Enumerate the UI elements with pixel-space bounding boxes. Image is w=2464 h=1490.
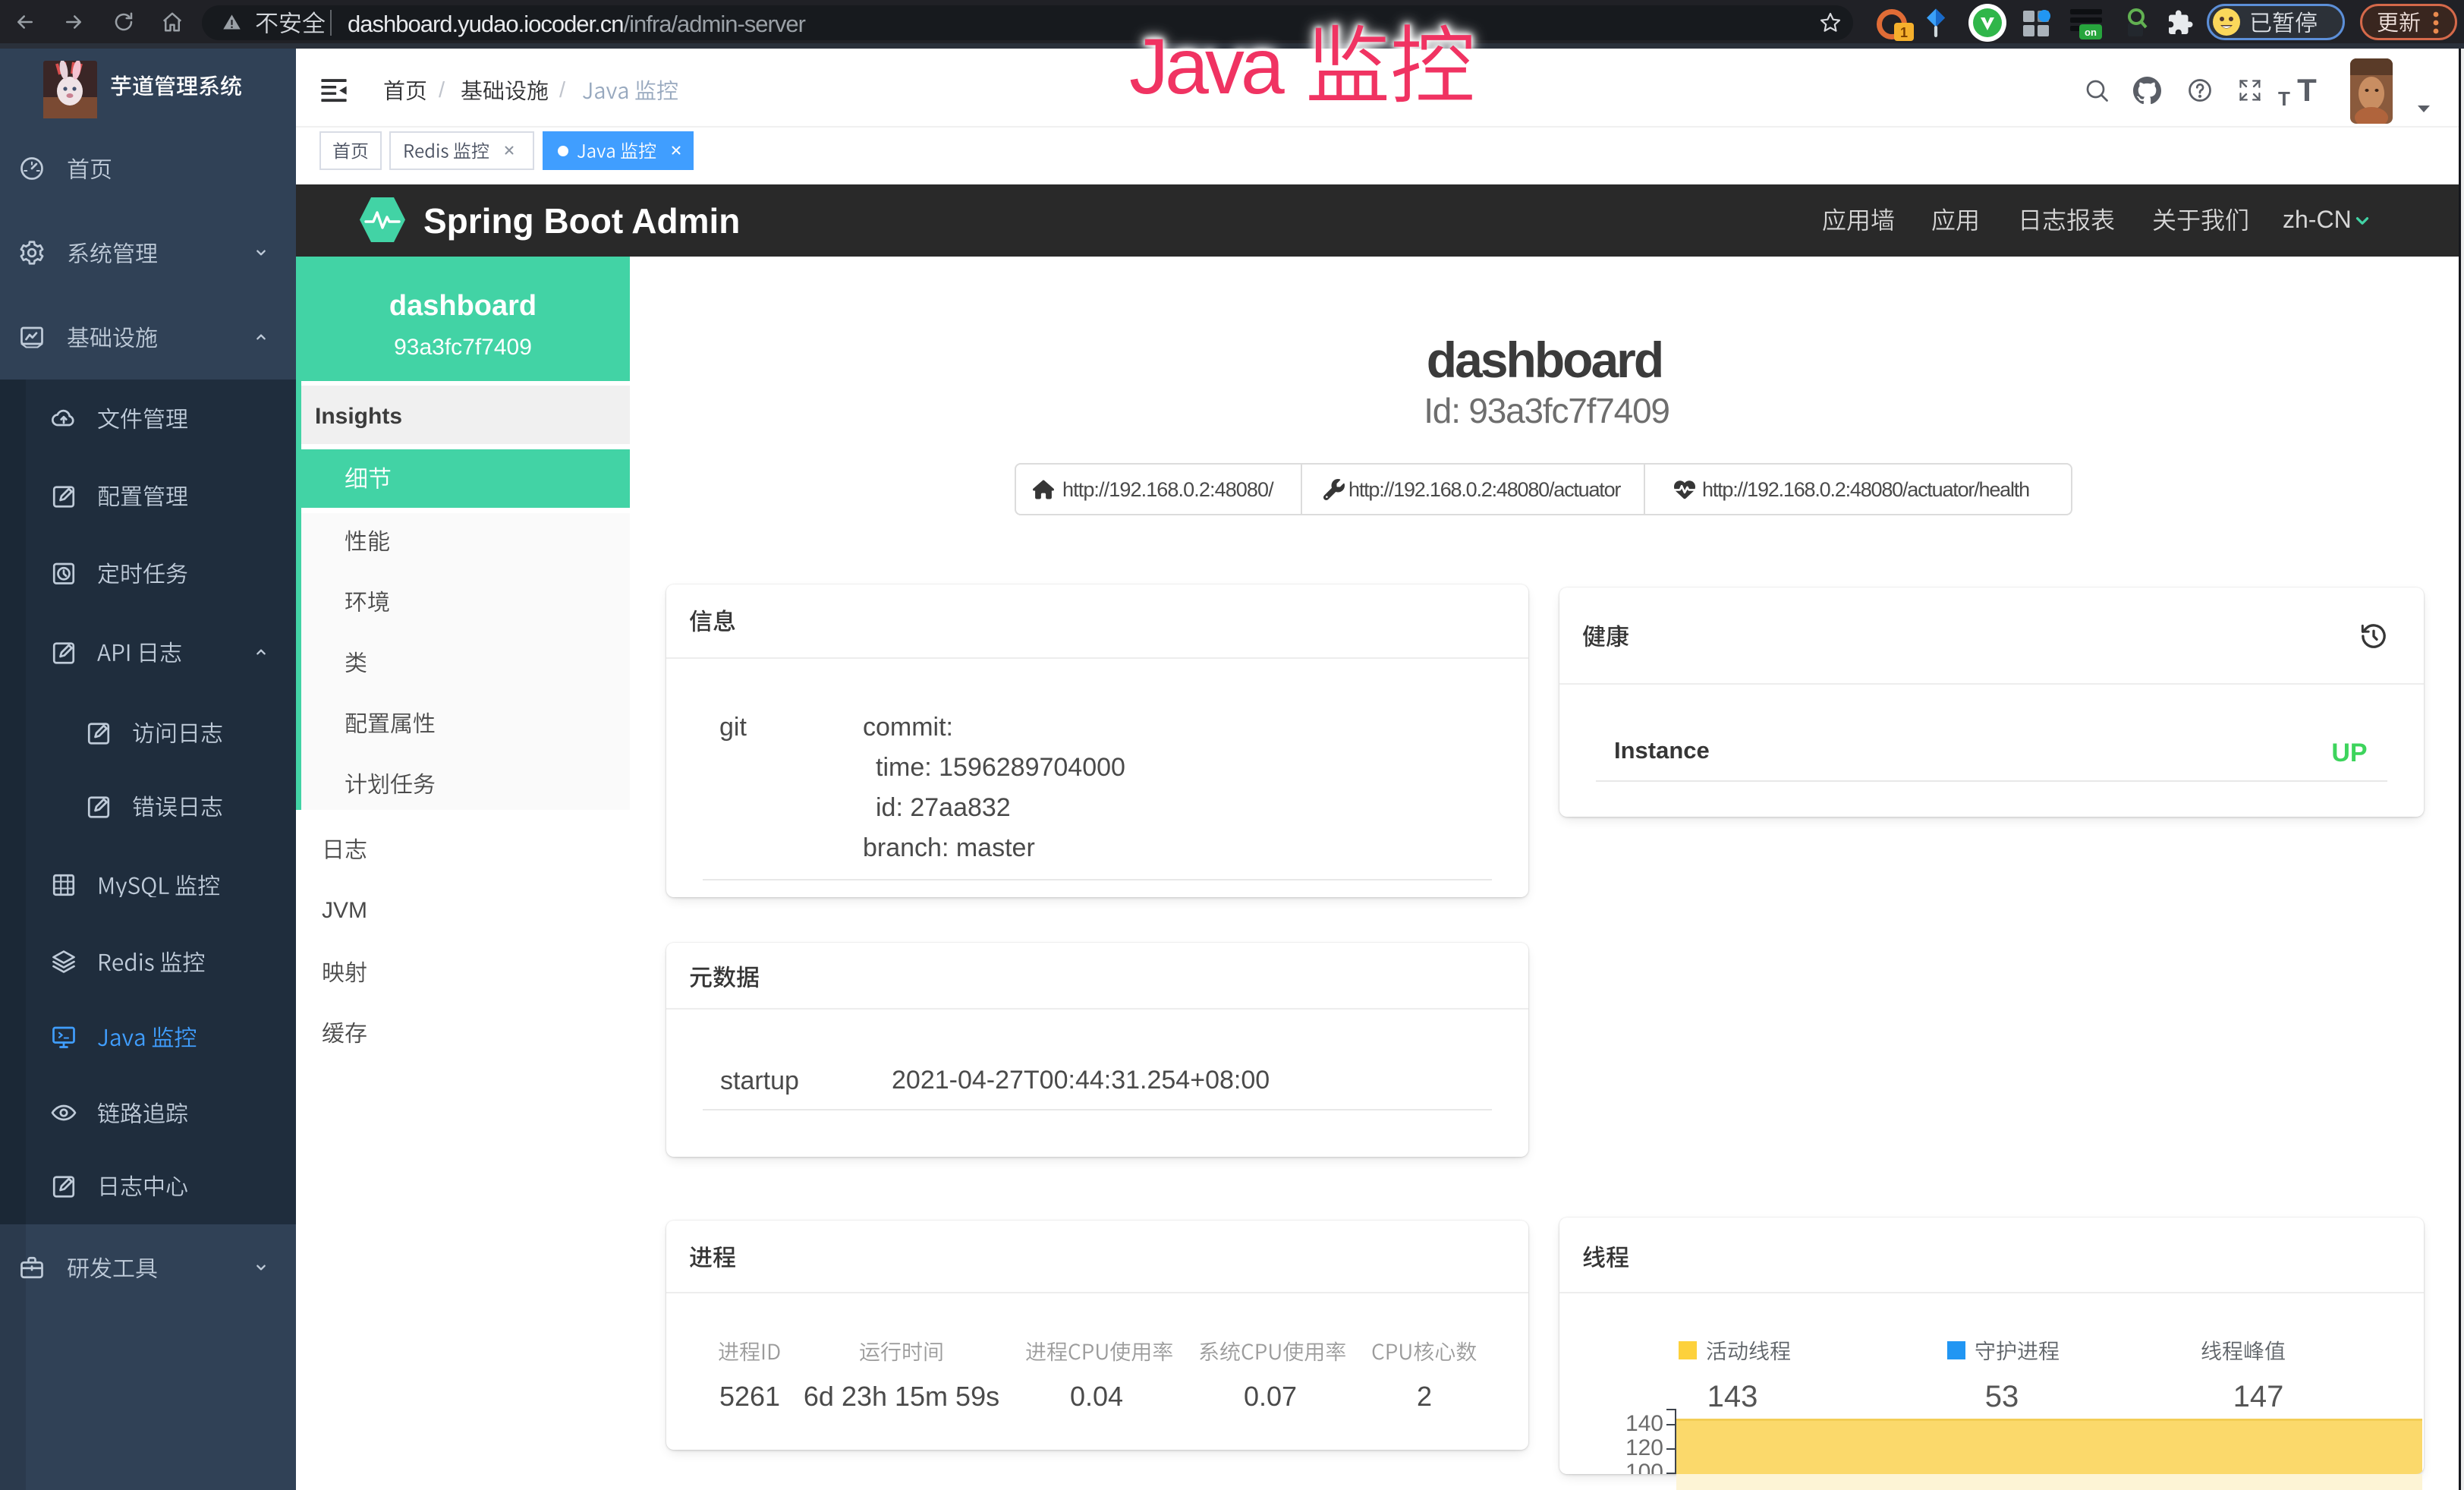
svg-text:on: on [2085, 27, 2097, 38]
